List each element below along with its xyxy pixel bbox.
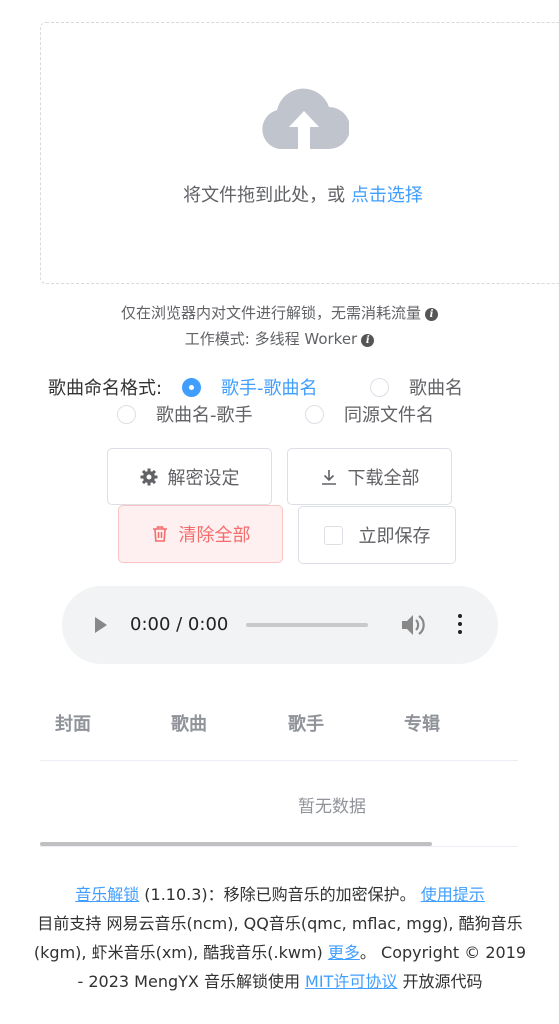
volume-icon[interactable] [401,614,427,636]
column-header-artist[interactable]: 歌手 [288,710,324,736]
radio-dot[interactable] [305,404,324,424]
upload-prompt-text: 将文件拖到此处，或 [183,185,346,206]
work-mode-note: 工作模式: 多线程 Worker i [0,328,559,349]
decrypt-settings-label: 解密设定 [167,467,240,489]
info-icon[interactable]: i [425,308,438,321]
horizontal-scrollbar[interactable] [40,842,432,846]
period: 。 [359,943,376,962]
upload-dropzone[interactable]: 将文件拖到此处，或 点击选择 [40,22,559,284]
play-icon[interactable] [94,616,108,634]
version-desc: (1.10.3)：移除已购音乐的加密保护。 [144,885,416,904]
naming-format-label: 歌曲命名格式: [48,378,163,399]
radio-title[interactable]: 歌曲名 [370,374,463,400]
local-only-note: 仅在浏览器内对文件进行解锁，无需消耗流量 i [0,302,559,323]
player-time: 0:00 / 0:00 [130,614,229,635]
audio-player[interactable]: 0:00 / 0:00 [62,586,498,664]
download-icon [320,468,338,486]
radio-dot[interactable] [370,377,389,397]
trash-icon [151,525,169,543]
radio-artist-title[interactable]: 歌手-歌曲名 [182,374,318,400]
more-options-icon[interactable] [458,613,462,635]
radio-source-filename[interactable]: 同源文件名 [305,401,434,427]
open-source-text: 开放源代码 [402,972,483,991]
footer: 音乐解锁 (1.10.3)：移除已购音乐的加密保护。 使用提示 目前支持 网易云… [30,880,530,996]
clear-all-label: 清除全部 [178,525,251,546]
mit-license-link[interactable]: MIT许可协议 [305,972,397,991]
local-only-text: 仅在浏览器内对文件进行解锁，无需消耗流量 [120,304,421,322]
usage-tips-link[interactable]: 使用提示 [421,885,485,904]
radio-label: 歌曲名-歌手 [156,405,253,426]
column-header-album[interactable]: 专辑 [404,710,440,736]
checkbox[interactable] [323,525,343,545]
radio-dot[interactable] [117,404,136,424]
download-all-label: 下载全部 [347,467,420,489]
progress-slider[interactable] [246,623,368,627]
gear-icon [140,468,158,486]
column-header-title[interactable]: 歌曲 [171,710,207,736]
info-icon[interactable]: i [361,334,375,347]
radio-label: 同源文件名 [344,405,434,426]
save-now-label: 立即保存 [358,526,431,547]
clear-all-button[interactable]: 清除全部 [118,505,283,563]
cloud-upload-icon [262,88,349,149]
empty-table-text: 暂无数据 [298,797,366,817]
upload-prompt: 将文件拖到此处，或 点击选择 [41,181,559,207]
radio-label: 歌曲名 [409,378,463,399]
more-link[interactable]: 更多 [328,943,360,962]
radio-title-artist[interactable]: 歌曲名-歌手 [117,401,253,427]
app-link[interactable]: 音乐解锁 [75,885,139,904]
table-header-divider [40,760,518,761]
download-all-button[interactable]: 下载全部 [287,448,452,505]
save-now-checkbox[interactable]: 立即保存 [298,506,456,564]
work-mode-text: 工作模式: 多线程 Worker [184,330,358,348]
column-header-cover[interactable]: 封面 [55,710,91,736]
click-select-link[interactable]: 点击选择 [351,185,423,206]
decrypt-settings-button[interactable]: 解密设定 [107,448,272,505]
radio-label: 歌手-歌曲名 [221,378,318,399]
table-bottom-divider [40,846,518,847]
radio-dot[interactable] [182,377,201,397]
